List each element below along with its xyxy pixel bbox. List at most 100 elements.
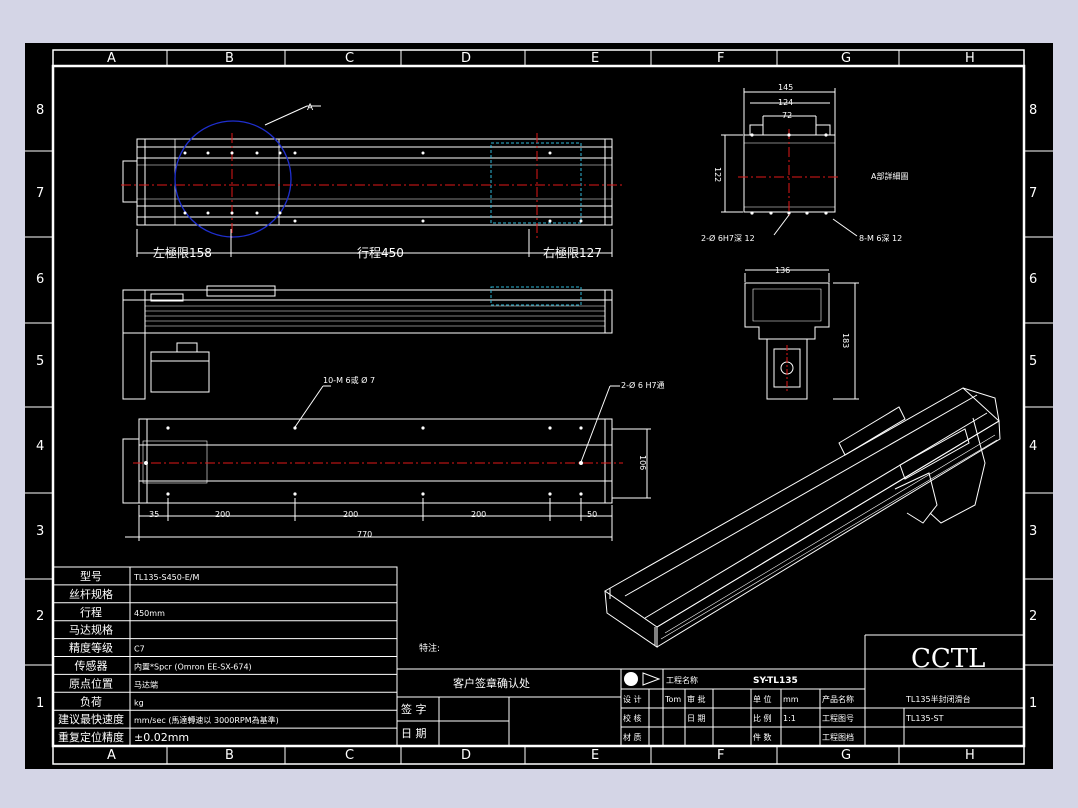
spec-value: 内置*Spcr (Omron EE-SX-674) <box>134 662 252 672</box>
customer-date-label: 日 期 <box>401 727 427 740</box>
title-block-cell: TL135半封闭滑台 <box>905 694 971 704</box>
spec-value: 450mm <box>134 609 165 618</box>
dim-122: 122 <box>713 167 722 182</box>
spec-label: 马达规格 <box>69 623 113 637</box>
spec-label: 负荷 <box>80 694 102 708</box>
spec-value: kg <box>134 698 144 707</box>
zone-number-left: 8 <box>36 103 44 118</box>
zone-number-left: 5 <box>36 354 44 369</box>
title-block-cell: 比 例 <box>753 713 772 723</box>
dim-106: 106 <box>638 455 647 470</box>
dim-183: 183 <box>841 333 850 348</box>
title-block-cell: Tom <box>664 695 681 704</box>
zone-number-right: 1 <box>1029 696 1037 711</box>
cctl-logo-text: CCTL <box>911 644 985 674</box>
spec-label: 丝杆规格 <box>69 587 113 601</box>
dim-200-b: 200 <box>343 510 358 519</box>
dim-72: 72 <box>782 111 792 120</box>
dim-124: 124 <box>778 98 793 107</box>
dim-200-c: 200 <box>471 510 486 519</box>
title-block-cell: 材 质 <box>623 732 642 742</box>
zone-letter-bottom: H <box>965 748 975 763</box>
dim-35: 35 <box>149 510 159 519</box>
spec-value: mm/sec (馬達轉速以 3000RPM為基準) <box>134 715 279 725</box>
holes-2d6-callout: 2-Ø 6 H7通 <box>621 380 665 390</box>
zone-letter-top: C <box>345 51 354 66</box>
detail-a-circle <box>174 120 292 238</box>
cad-drawing: A A B B C C D D E E F F G G H H 8 8 7 7 6 6 5 5 4 4 3 3 2 2 1 1 <box>25 49 1053 765</box>
spec-label: 行程 <box>80 606 102 619</box>
dim-770: 770 <box>357 530 372 539</box>
zone-number-right: 4 <box>1029 439 1037 454</box>
zone-number-left: 1 <box>36 696 44 711</box>
zone-letter-top: H <box>965 51 975 66</box>
customer-sign-label: 签 字 <box>401 702 427 716</box>
zone-letter-top: B <box>225 51 234 66</box>
stroke-label: 行程450 <box>357 245 404 260</box>
spec-label: 型号 <box>80 569 102 583</box>
zone-number-right: 6 <box>1029 272 1037 287</box>
zone-number-right: 8 <box>1029 103 1037 118</box>
title-block-cell: 设 计 <box>623 694 642 704</box>
title-block-cell: TL135-ST <box>905 714 944 723</box>
spec-value: C7 <box>134 645 145 654</box>
spec-label: 传感器 <box>75 660 108 673</box>
title-block-cell: 日 期 <box>687 714 706 723</box>
spec-label: 精度等级 <box>69 641 113 655</box>
inner-frame <box>51 64 1026 748</box>
title-block-cell: 工程图号 <box>822 714 854 723</box>
title-block-cell: 产品名称 <box>822 694 854 704</box>
zone-letter-top: E <box>591 51 599 66</box>
detail-a-callout: A <box>307 103 314 113</box>
title-block-cell: 件 数 <box>753 732 772 742</box>
company-logo <box>624 672 661 686</box>
zone-number-right: 3 <box>1029 524 1037 539</box>
zone-letter-bottom: A <box>107 748 116 763</box>
spec-label: 建议最快速度 <box>58 712 124 726</box>
title-block-cell: 单 位 <box>753 694 772 704</box>
zone-number-left: 7 <box>36 186 44 201</box>
dim-50: 50 <box>587 510 597 519</box>
remarks-label: 特注: <box>419 642 440 654</box>
zone-letter-top: A <box>107 51 116 66</box>
zone-letter-bottom: G <box>841 748 851 763</box>
drawing-number: SY-TL135 <box>753 676 798 686</box>
spec-value: 马达端 <box>134 679 158 689</box>
zone-number-left: 6 <box>36 272 44 287</box>
zone-letter-bottom: B <box>225 748 234 763</box>
title-block-cell: 1:1 <box>783 714 796 723</box>
spec-label: 原点位置 <box>69 676 113 690</box>
dim-200-a: 200 <box>215 510 230 519</box>
zone-letter-bottom: F <box>717 748 724 763</box>
title-block-cell: 审 批 <box>687 694 706 704</box>
zone-letter-bottom: D <box>461 748 471 763</box>
holes-10m-callout: 10-M 6或 Ø 7 <box>323 375 375 385</box>
drawing-sheet: A A B B C C D D E E F F G G H H 8 8 7 7 6 6 5 5 4 4 3 3 2 2 1 1 A 左極限15… <box>25 43 1053 769</box>
title-block-cell: mm <box>783 695 799 704</box>
zone-number-left: 4 <box>36 439 44 454</box>
title-block-cell: 校 核 <box>623 713 642 723</box>
zone-letter-top: F <box>717 51 724 66</box>
zone-number-right: 2 <box>1029 609 1037 624</box>
tap-holes-callout: 8-M 6深 12 <box>859 234 902 243</box>
customer-title: 客户签章确认处 <box>453 676 530 690</box>
right-limit-label: 右極限127 <box>543 245 602 260</box>
zone-letter-bottom: E <box>591 748 599 763</box>
top-view <box>121 105 623 257</box>
zone-letter-bottom: C <box>345 748 354 763</box>
zone-number-right: 7 <box>1029 186 1037 201</box>
isometric-view <box>604 387 1001 648</box>
spec-label: 重复定位精度 <box>58 730 124 744</box>
bottom-view <box>122 385 651 541</box>
left-limit-label: 左極限158 <box>153 245 212 260</box>
zone-number-left: 3 <box>36 524 44 539</box>
zone-letter-top: D <box>461 51 471 66</box>
dim-145: 145 <box>778 83 793 92</box>
spec-value: TL135-S450-E/M <box>133 573 199 582</box>
zone-number-right: 5 <box>1029 354 1037 369</box>
title-block-cell: 工程图档 <box>822 732 854 742</box>
detail-a-title: A部詳細圖 <box>871 171 908 181</box>
zone-number-left: 2 <box>36 609 44 624</box>
dim-136: 136 <box>775 266 790 275</box>
zone-letter-top: G <box>841 51 851 66</box>
